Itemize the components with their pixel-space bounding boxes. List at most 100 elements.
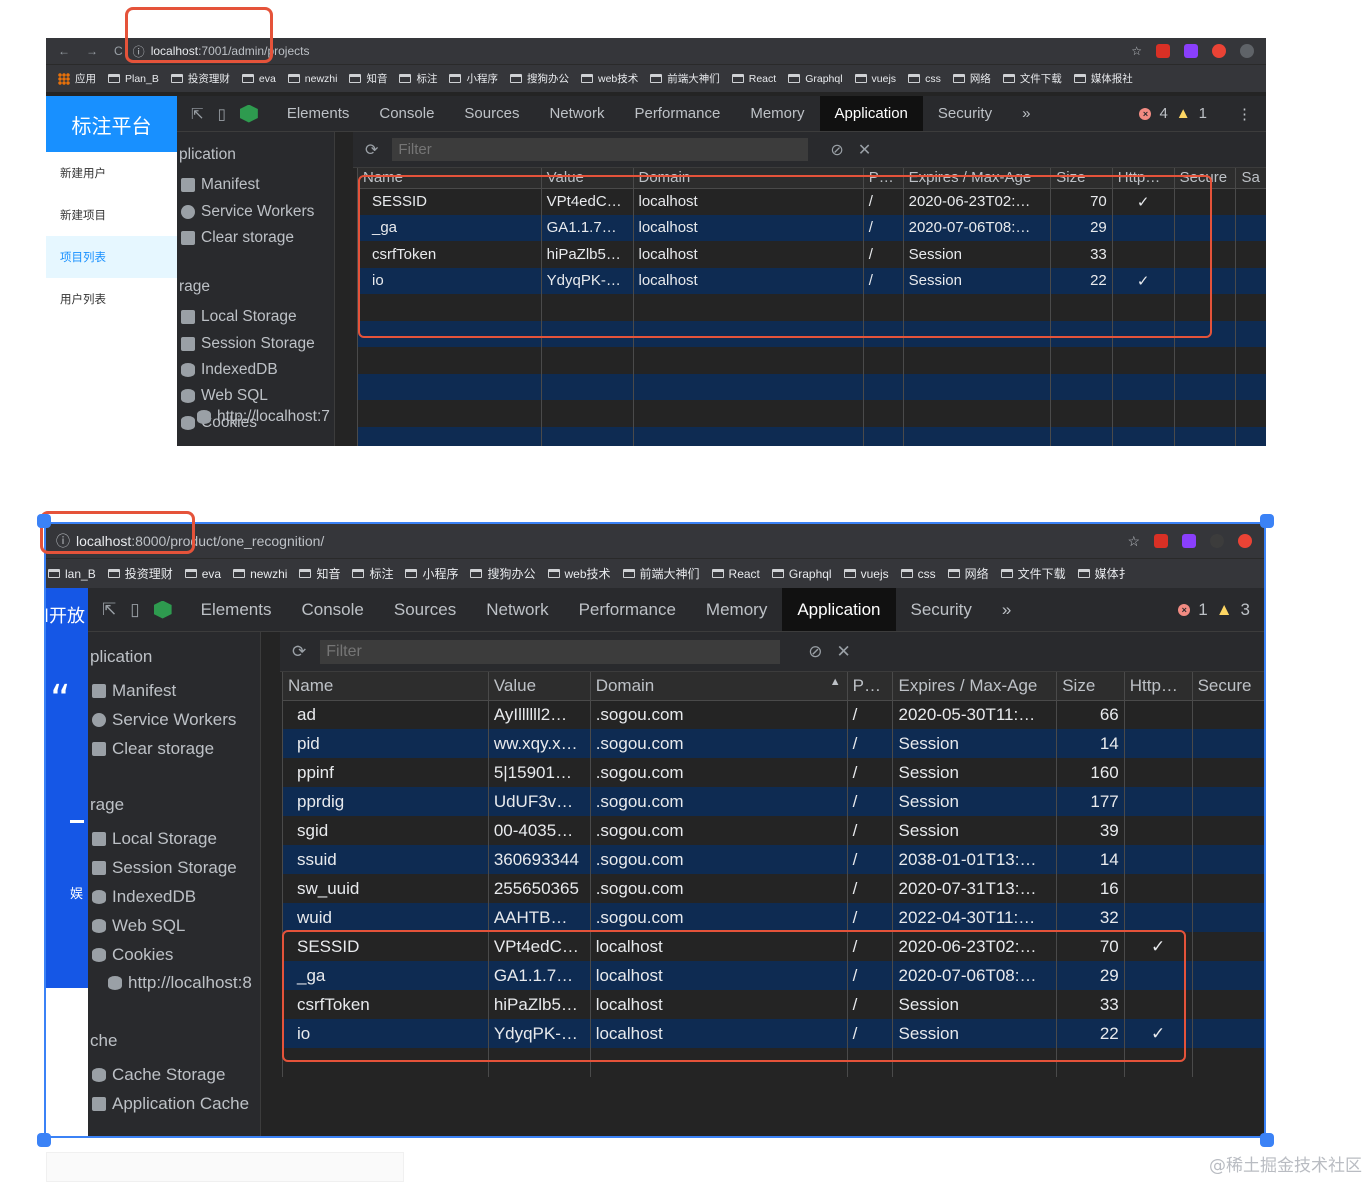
- tab-sources[interactable]: Sources: [449, 96, 534, 131]
- bookmark-item[interactable]: 小程序: [449, 71, 498, 86]
- tab-elements[interactable]: Elements: [272, 96, 365, 131]
- tab-elements[interactable]: Elements: [186, 588, 287, 631]
- bookmark-item[interactable]: 网络: [947, 565, 989, 582]
- column-header-expiresmaxage[interactable]: Expires / Max-Age: [902, 168, 1051, 189]
- bookmark-item[interactable]: css: [900, 567, 936, 581]
- vue-devtools-icon[interactable]: [239, 104, 258, 123]
- issue-counts[interactable]: × 4 ▲ 1 ⋮: [1139, 105, 1266, 123]
- bookmark-item[interactable]: vuejs: [854, 73, 896, 85]
- bookmark-item[interactable]: vuejs: [843, 567, 889, 581]
- resize-handle[interactable]: [1260, 1133, 1274, 1147]
- column-header-p[interactable]: P…: [846, 672, 893, 701]
- table-row[interactable]: csrfToken hiPaZlb5… localhost / Session 33: [357, 241, 1266, 268]
- resize-handle[interactable]: [37, 514, 51, 528]
- bookmark-item[interactable]: eva: [184, 567, 221, 581]
- bookmark-item[interactable]: 文件下载: [1000, 565, 1066, 582]
- table-row[interactable]: _ga GA1.1.7… localhost/2020-07-06T08:… 29: [282, 961, 1264, 990]
- sort-asc-icon[interactable]: ▲: [830, 676, 841, 688]
- table-row[interactable]: sgid 00-4035… .sogou.com / Session 39: [282, 816, 1264, 845]
- sidebar-item[interactable]: Clear storage: [177, 225, 294, 251]
- bookmark-item[interactable]: 投资理财: [170, 71, 230, 86]
- bookmark-item[interactable]: 知音: [299, 565, 340, 582]
- tab-console[interactable]: Console: [364, 96, 449, 131]
- sidebar-item[interactable]: Cache Storage: [88, 1060, 225, 1089]
- bookmark-item[interactable]: eva: [241, 73, 276, 85]
- table-row[interactable]: wuid AAHTB… .sogou.com/2022-04-30T11:… 32: [282, 903, 1264, 932]
- address-field[interactable]: ⓘ localhost:8000/product/one_recognition…: [56, 531, 324, 551]
- column-header-http[interactable]: Http…: [1111, 168, 1175, 189]
- filter-input[interactable]: [320, 639, 781, 664]
- extension-icon[interactable]: [1182, 534, 1196, 548]
- column-header-value[interactable]: Value: [540, 168, 633, 189]
- table-row[interactable]: pprdig UdUF3v… .sogou.com / Session 177: [282, 787, 1264, 816]
- column-header-secure[interactable]: Secure: [1173, 168, 1236, 189]
- menu-item[interactable]: 用户列表: [46, 278, 177, 320]
- tab-application[interactable]: Application: [819, 96, 923, 131]
- bookmark-item[interactable]: 投资理财: [107, 565, 173, 582]
- tab-sources[interactable]: Sources: [379, 588, 471, 631]
- bookmark-item[interactable]: React: [731, 73, 776, 85]
- tab-application[interactable]: Application: [782, 588, 896, 631]
- sidebar-item[interactable]: Web SQL: [88, 911, 185, 940]
- table-row[interactable]: pid ww.xqy.x… .sogou.com / Session 14: [282, 729, 1264, 758]
- reload-icon[interactable]: C: [114, 44, 123, 58]
- device-icon[interactable]: ▯: [130, 600, 139, 620]
- bookmark-item[interactable]: css: [908, 73, 941, 85]
- sidebar-item[interactable]: IndexedDB: [88, 882, 196, 911]
- column-header-expiresmaxage[interactable]: Expires / Max-Age: [892, 672, 1057, 701]
- sidebar-item[interactable]: Service Workers: [88, 705, 236, 734]
- column-header-http[interactable]: Http…: [1123, 672, 1193, 701]
- bookmark-item[interactable]: 搜狗办公: [509, 71, 569, 86]
- sidebar-item[interactable]: http://localhost:8: [104, 968, 252, 997]
- kebab-menu-icon[interactable]: ⋮: [1237, 105, 1252, 123]
- sidebar-item[interactable]: Local Storage: [88, 824, 217, 853]
- inspect-icon[interactable]: ⇱: [102, 600, 116, 620]
- bookmark-item[interactable]: Plan_B: [108, 73, 159, 85]
- vue-devtools-icon[interactable]: [153, 600, 172, 619]
- sidebar-item[interactable]: IndexedDB: [177, 357, 278, 383]
- column-header-sa[interactable]: Sa: [1235, 168, 1266, 189]
- tab-security[interactable]: Security: [896, 588, 987, 631]
- bookmark-item[interactable]: 文件下载: [1002, 71, 1062, 86]
- column-header-size[interactable]: Size: [1050, 168, 1113, 189]
- more-tabs-button[interactable]: »: [1007, 96, 1045, 131]
- sidebar-item[interactable]: Manifest: [177, 172, 260, 198]
- tab-memory[interactable]: Memory: [691, 588, 782, 631]
- column-header-domain[interactable]: Domain ▲: [589, 672, 848, 701]
- inspect-icon[interactable]: ⇱: [191, 105, 204, 123]
- extension-icon[interactable]: [1154, 534, 1168, 548]
- address-field[interactable]: ⓘ localhost:7001/admin/projects: [133, 43, 310, 60]
- clear-icon[interactable]: ⊘: [830, 140, 843, 160]
- filter-input[interactable]: [392, 138, 809, 161]
- bookmark-item[interactable]: web技术: [547, 565, 611, 582]
- tab-performance[interactable]: Performance: [619, 96, 735, 131]
- star-icon[interactable]: ☆: [1131, 44, 1142, 58]
- tab-security[interactable]: Security: [923, 96, 1007, 131]
- issue-counts[interactable]: × 1 ▲ 3: [1178, 600, 1264, 620]
- table-row[interactable]: SESSID VPt4edC… localhost/2020-06-23T02:… 7…: [282, 932, 1264, 961]
- sidebar-item[interactable]: http://localhost:7: [193, 404, 330, 430]
- bookmark-item[interactable]: Graphql: [771, 567, 832, 581]
- menu-item[interactable]: 新建项目: [46, 194, 177, 236]
- table-row[interactable]: csrfToken hiPaZlb5… localhost / Session 33: [282, 990, 1264, 1019]
- avatar[interactable]: [1240, 44, 1254, 58]
- extension-icon[interactable]: [1212, 44, 1226, 58]
- bookmark-item[interactable]: 前端大神们: [622, 565, 700, 582]
- bookmark-item[interactable]: newzhi: [233, 567, 287, 581]
- table-row[interactable]: _ga GA1.1.7… localhost/2020-07-06T08:… 29: [357, 214, 1266, 241]
- extension-icon[interactable]: [1156, 44, 1170, 58]
- back-icon[interactable]: ←: [58, 44, 70, 58]
- bookmark-item[interactable]: 前端大神们: [650, 71, 720, 86]
- bookmark-item[interactable]: Graphql: [788, 73, 843, 85]
- tab-console[interactable]: Console: [286, 588, 378, 631]
- device-icon[interactable]: ▯: [218, 105, 226, 123]
- column-header-size[interactable]: Size: [1056, 672, 1125, 701]
- close-icon[interactable]: ✕: [837, 642, 851, 662]
- bookmark-item[interactable]: 搜狗办公: [470, 565, 536, 582]
- column-header-p[interactable]: P…: [862, 168, 904, 189]
- tab-performance[interactable]: Performance: [564, 588, 691, 631]
- table-row[interactable]: sw_uuid 255650365 .sogou.com/2020-07-31T13…: [282, 874, 1264, 903]
- menu-item[interactable]: 新建用户: [46, 152, 177, 194]
- table-row[interactable]: ad AyIllllll2… .sogou.com/2020-05-30T11:… 6…: [282, 700, 1264, 729]
- extension-icon[interactable]: [1184, 44, 1198, 58]
